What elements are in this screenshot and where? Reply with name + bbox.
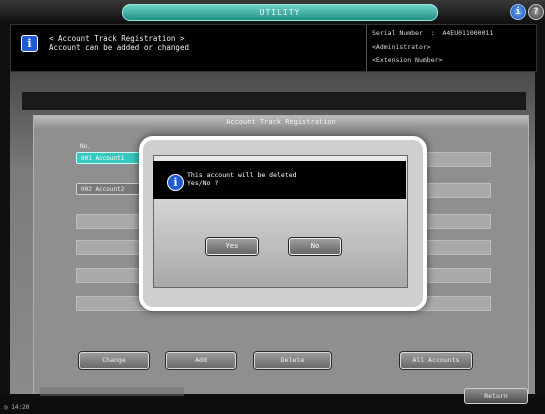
change-button[interactable]: Change [79, 352, 149, 369]
yes-button[interactable]: Yes [206, 238, 258, 255]
header-message-area: i < Account Track Registration > Account … [10, 24, 537, 72]
return-button[interactable]: Return [464, 388, 528, 404]
info-circle-icon[interactable]: i [510, 4, 526, 20]
no-label: No. [80, 143, 91, 150]
panel-title: Account Track Registration [34, 116, 528, 129]
title-line-1: < Account Track Registration > [49, 34, 185, 43]
info-icon: i [167, 174, 184, 191]
clock: ◷ 14:20 [4, 404, 30, 411]
account-button-1[interactable]: 001 Account1 [76, 152, 144, 164]
dialog-message: This account will be deleted Yes/No ? [187, 171, 297, 187]
info-icon: i [21, 35, 38, 52]
serial-label: Serial Number [372, 29, 423, 37]
page-title: < Account Track Registration > Account ca… [49, 34, 189, 52]
device-info: Serial Number : A4EU011000011 <Administr… [366, 25, 537, 71]
footer-strip [40, 387, 184, 396]
serial-number: Serial Number : A4EU011000011 [372, 29, 494, 37]
clock-time: 14:20 [11, 404, 30, 411]
message-line-1: This account will be deleted [187, 171, 297, 179]
add-button[interactable]: Add [166, 352, 236, 369]
all-accounts-button[interactable]: All Accounts [400, 352, 472, 369]
delete-button[interactable]: Delete [254, 352, 331, 369]
extension-label: <Extension Number> [372, 56, 443, 64]
help-icon[interactable]: ? [528, 4, 544, 20]
account-button-2[interactable]: 002 Account2 [76, 183, 144, 195]
divider-strip [22, 92, 526, 110]
admin-label: <Administrator> [372, 43, 431, 51]
message-line-2: Yes/No ? [187, 179, 219, 187]
no-button[interactable]: No [289, 238, 341, 255]
dialog-message-box: i This account will be deleted Yes/No ? [153, 161, 406, 199]
utility-title: UTILITY [122, 4, 438, 21]
serial-value: A4EU011000011 [442, 29, 494, 37]
title-line-2: Account can be added or changed [49, 43, 189, 52]
